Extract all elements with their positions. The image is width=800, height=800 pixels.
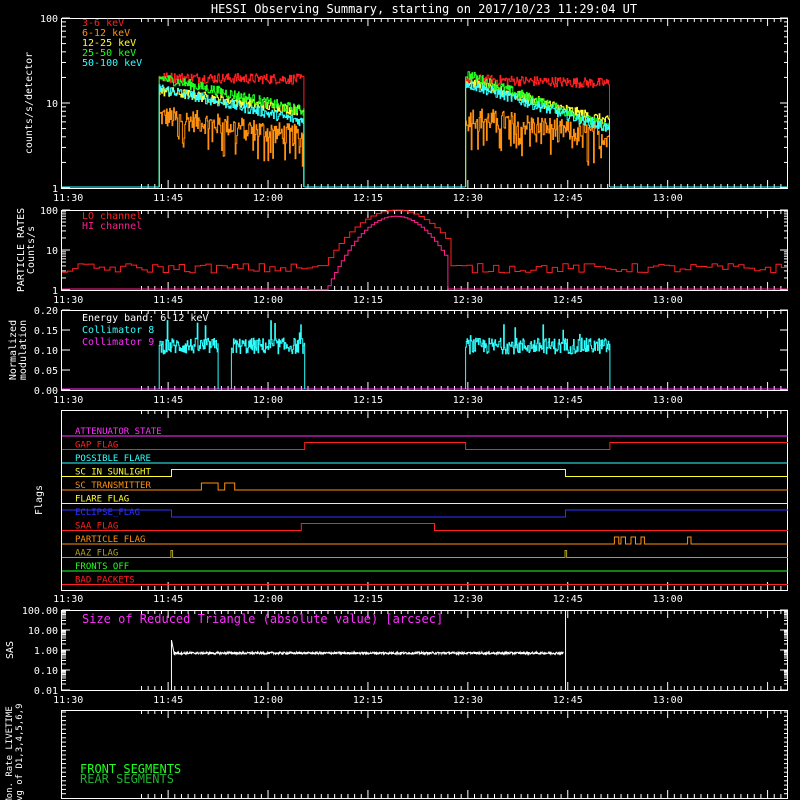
y-tick-label: 10 [46, 99, 58, 110]
x-tick-label: 12:45 [553, 594, 583, 605]
x-tick-label: 12:15 [353, 594, 383, 605]
y-tick-label: 1.00 [34, 646, 58, 657]
x-tick-label: 13:00 [653, 395, 683, 406]
sas-ylabel: SAS [5, 641, 16, 659]
x-tick-label: 12:30 [453, 193, 483, 204]
x-tick-label: 11:45 [153, 594, 183, 605]
y-tick-label: 0.01 [34, 686, 58, 697]
x-tick-label: 12:00 [253, 193, 283, 204]
legend-modulation: Collimator 9 [82, 337, 154, 348]
y-tick-label: 0.05 [34, 366, 58, 377]
y-tick-label: 10.00 [28, 626, 58, 637]
particle-ylabel-2: Counts/s [26, 226, 37, 274]
x-tick-label: 12:30 [453, 395, 483, 406]
y-tick-label: 100.00 [22, 606, 58, 617]
x-tick-label: 13:00 [653, 193, 683, 204]
x-tick-label: 11:45 [153, 295, 183, 306]
x-tick-label: 12:00 [253, 594, 283, 605]
y-tick-label: 100 [40, 14, 58, 25]
x-tick-label: 12:45 [553, 395, 583, 406]
x-tick-label: 11:30 [53, 594, 83, 605]
x-tick-label: 13:00 [653, 695, 683, 706]
x-tick-label: 12:30 [453, 594, 483, 605]
x-tick-label: 12:45 [553, 295, 583, 306]
legend-livetime: REAR SEGMENTS [80, 772, 174, 786]
x-tick-label: 11:45 [153, 193, 183, 204]
x-tick-label: 11:45 [153, 695, 183, 706]
x-tick-label: 12:15 [353, 695, 383, 706]
livetime-ylabel-2: avg of D1,3,4,5,6,9 [15, 704, 25, 800]
counts-ylabel: counts/s/detector [24, 52, 35, 154]
y-tick-label: 0.20 [34, 306, 58, 317]
x-tick-label: 12:00 [253, 295, 283, 306]
y-tick-label: 0.00 [34, 386, 58, 397]
legend-modulation: Energy band: 6-12 keV [82, 313, 208, 324]
y-tick-label: 1 [52, 286, 58, 297]
x-tick-label: 13:00 [653, 295, 683, 306]
y-tick-label: 0.15 [34, 326, 58, 337]
livetime-ylabel-1: Mon. Rate LIVETIME [5, 706, 15, 800]
x-tick-label: 12:30 [453, 695, 483, 706]
chart-title: HESSI Observing Summary, starting on 201… [211, 2, 637, 16]
x-tick-label: 12:15 [353, 295, 383, 306]
y-tick-label: 100 [40, 206, 58, 217]
x-tick-label: 11:45 [153, 395, 183, 406]
y-tick-label: 10 [46, 246, 58, 257]
y-tick-label: 0.10 [34, 346, 58, 357]
flags-ylabel: Flags [34, 485, 45, 515]
x-tick-label: 12:30 [453, 295, 483, 306]
legend-modulation: Collimator 8 [82, 325, 154, 336]
legend-counts: 50-100 keV [82, 58, 142, 69]
observing-summary-chart: HESSI Observing Summary, starting on 201… [0, 0, 800, 800]
modulation-ylabel-2: modulation [18, 320, 29, 380]
x-tick-label: 12:00 [253, 695, 283, 706]
y-tick-label: 0.10 [34, 666, 58, 677]
legend-sas: Size of Reduced Triangle (absolute value… [82, 612, 443, 626]
x-tick-label: 13:00 [653, 594, 683, 605]
x-tick-label: 12:45 [553, 193, 583, 204]
x-tick-label: 12:15 [353, 193, 383, 204]
x-tick-label: 12:45 [553, 695, 583, 706]
x-tick-label: 12:15 [353, 395, 383, 406]
sas-trace [173, 650, 564, 657]
y-tick-label: 1 [52, 184, 58, 195]
x-tick-label: 12:00 [253, 395, 283, 406]
legend-particle: HI channel [82, 221, 142, 232]
